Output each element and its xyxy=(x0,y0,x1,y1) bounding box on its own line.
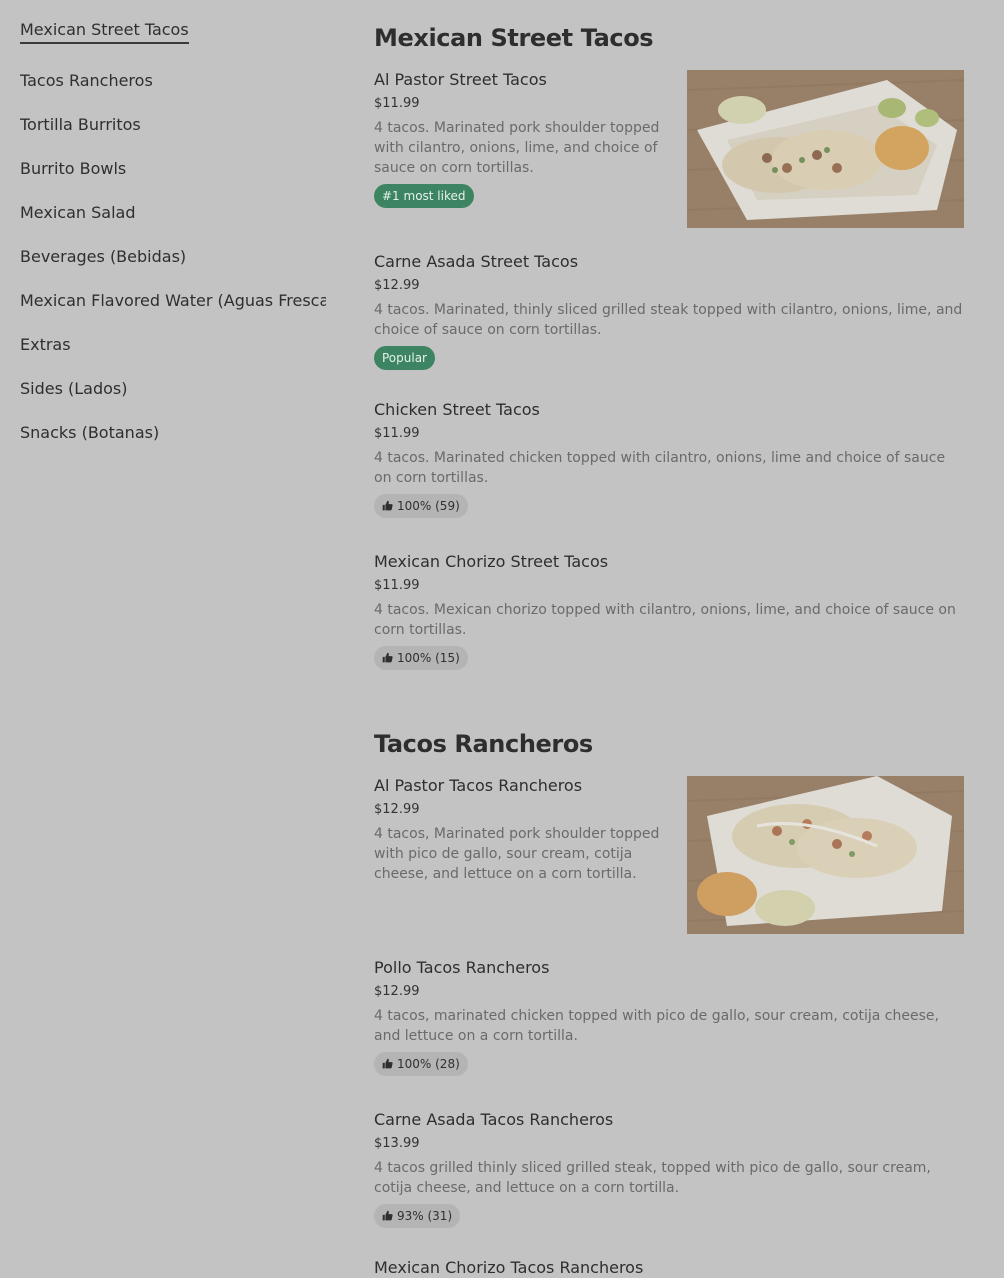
item-name: Mexican Chorizo Street Tacos xyxy=(374,552,609,571)
menu-item-card[interactable]: Carne Asada Street Tacos $12.99 4 tacos.… xyxy=(374,252,964,370)
most-liked-badge: #1 most liked xyxy=(374,184,474,208)
rating-text: 100% (28) xyxy=(397,1057,460,1071)
menu-item-card[interactable]: Mexican Chorizo Tacos Rancheros xyxy=(374,1258,964,1278)
rating-text: 100% (15) xyxy=(397,651,460,665)
item-description: 4 tacos. Marinated chicken topped with c… xyxy=(374,450,946,486)
sidebar-item-snacks[interactable]: Snacks (Botanas) xyxy=(20,411,326,455)
menu-item-card[interactable]: Carne Asada Tacos Rancheros $13.99 4 tac… xyxy=(374,1110,964,1228)
sidebar-item-burrito-bowls[interactable]: Burrito Bowls xyxy=(20,147,326,191)
rating-text: 100% (59) xyxy=(397,499,460,513)
item-name: Mexican Chorizo Tacos Rancheros xyxy=(374,1258,644,1277)
thumbs-up-icon xyxy=(382,500,393,511)
item-description: 4 tacos, Marinated pork shoulder topped … xyxy=(374,826,660,882)
sidebar-item-mexican-street-tacos[interactable]: Mexican Street Tacos xyxy=(20,13,326,47)
item-price: $12.99 xyxy=(374,802,420,817)
menu-item-card[interactable]: Chicken Street Tacos $11.99 4 tacos. Mar… xyxy=(374,400,964,518)
item-name: Al Pastor Tacos Rancheros xyxy=(374,776,583,795)
rating-badge: 93% (31) xyxy=(374,1204,461,1228)
rating-badge: 100% (15) xyxy=(374,646,468,670)
menu-item-card[interactable]: Pollo Tacos Rancheros $12.99 4 tacos, ma… xyxy=(374,958,964,1076)
item-price: $12.99 xyxy=(374,984,420,999)
section-title: Mexican Street Tacos xyxy=(374,24,654,52)
sidebar-item-tortilla-burritos[interactable]: Tortilla Burritos xyxy=(20,103,326,147)
sidebar-item-extras[interactable]: Extras xyxy=(20,323,326,367)
item-name: Al Pastor Street Tacos xyxy=(374,70,547,89)
rating-text: 93% (31) xyxy=(397,1209,453,1223)
sidebar-item-label: Mexican Street Tacos xyxy=(20,20,189,44)
item-price: $12.99 xyxy=(374,278,420,293)
item-price: $11.99 xyxy=(374,578,420,593)
item-description: 4 tacos, marinated chicken topped with p… xyxy=(374,1008,939,1044)
thumbs-up-icon xyxy=(382,1058,393,1069)
item-name: Carne Asada Street Tacos xyxy=(374,252,579,271)
item-name: Chicken Street Tacos xyxy=(374,400,540,419)
menu-item-card[interactable]: Mexican Chorizo Street Tacos $11.99 4 ta… xyxy=(374,552,964,670)
item-description: 4 tacos. Marinated pork shoulder topped … xyxy=(374,120,660,176)
item-price: $11.99 xyxy=(374,96,420,111)
sidebar-item-tacos-rancheros[interactable]: Tacos Rancheros xyxy=(20,59,326,103)
menu-item-card[interactable]: Al Pastor Tacos Rancheros $12.99 4 tacos… xyxy=(374,776,964,936)
section-title: Tacos Rancheros xyxy=(374,730,593,758)
sidebar-item-beverages[interactable]: Beverages (Bebidas) xyxy=(20,235,326,279)
sidebar-item-aguas-frescas[interactable]: Mexican Flavored Water (Aguas Frescas) xyxy=(20,279,326,323)
item-description: 4 tacos grilled thinly sliced grilled st… xyxy=(374,1160,931,1196)
popular-badge: Popular xyxy=(374,346,435,370)
tacos-photo xyxy=(687,70,964,228)
menu-item-card[interactable]: Al Pastor Street Tacos $11.99 4 tacos. M… xyxy=(374,70,964,230)
item-price: $11.99 xyxy=(374,426,420,441)
item-name: Pollo Tacos Rancheros xyxy=(374,958,550,977)
thumbs-up-icon xyxy=(382,652,393,663)
sidebar-item-mexican-salad[interactable]: Mexican Salad xyxy=(20,191,326,235)
item-name: Carne Asada Tacos Rancheros xyxy=(374,1110,614,1129)
rating-badge: 100% (59) xyxy=(374,494,468,518)
item-price: $13.99 xyxy=(374,1136,420,1151)
item-description: 4 tacos. Mexican chorizo topped with cil… xyxy=(374,602,956,638)
rating-badge: 100% (28) xyxy=(374,1052,468,1076)
category-sidebar: Mexican Street Tacos Tacos Rancheros Tor… xyxy=(20,0,326,455)
tacos-rancheros-photo xyxy=(687,776,964,934)
thumbs-up-icon xyxy=(382,1210,393,1221)
item-description: 4 tacos. Marinated, thinly sliced grille… xyxy=(374,302,963,338)
sidebar-item-sides[interactable]: Sides (Lados) xyxy=(20,367,326,411)
